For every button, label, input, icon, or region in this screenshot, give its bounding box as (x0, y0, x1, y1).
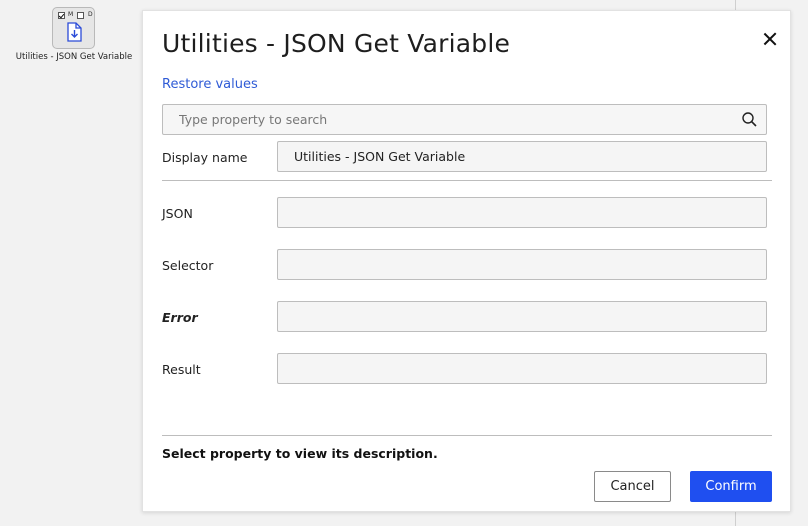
dialog-title: Utilities - JSON Get Variable (162, 29, 511, 58)
result-label: Result (162, 362, 201, 377)
workflow-node[interactable]: M D (52, 7, 95, 49)
search-input[interactable] (163, 105, 739, 134)
node-check-m-label: M (68, 11, 74, 18)
json-field[interactable] (277, 197, 767, 228)
selector-label: Selector (162, 258, 214, 273)
properties-dialog: Utilities - JSON Get Variable Restore va… (142, 10, 791, 512)
node-check-d[interactable] (77, 12, 84, 19)
node-label: Utilities - JSON Get Variable (15, 52, 133, 62)
download-file-icon (66, 22, 83, 46)
error-label: Error (162, 310, 198, 325)
restore-values-link[interactable]: Restore values (162, 77, 258, 92)
node-check-m[interactable] (58, 12, 65, 19)
divider-bottom (162, 435, 772, 436)
error-field[interactable] (277, 301, 767, 332)
cancel-button[interactable]: Cancel (594, 471, 671, 502)
selector-field[interactable] (277, 249, 767, 280)
result-field[interactable] (277, 353, 767, 384)
node-check-d-label: D (88, 11, 93, 18)
display-name-label: Display name (162, 150, 248, 165)
display-name-field[interactable]: Utilities - JSON Get Variable (277, 141, 767, 172)
property-search (162, 104, 767, 135)
close-icon[interactable] (763, 32, 777, 46)
json-label: JSON (162, 206, 193, 221)
confirm-button[interactable]: Confirm (690, 471, 772, 502)
search-icon[interactable] (742, 112, 757, 131)
divider-top (162, 180, 772, 181)
property-description: Select property to view its description. (162, 446, 438, 461)
